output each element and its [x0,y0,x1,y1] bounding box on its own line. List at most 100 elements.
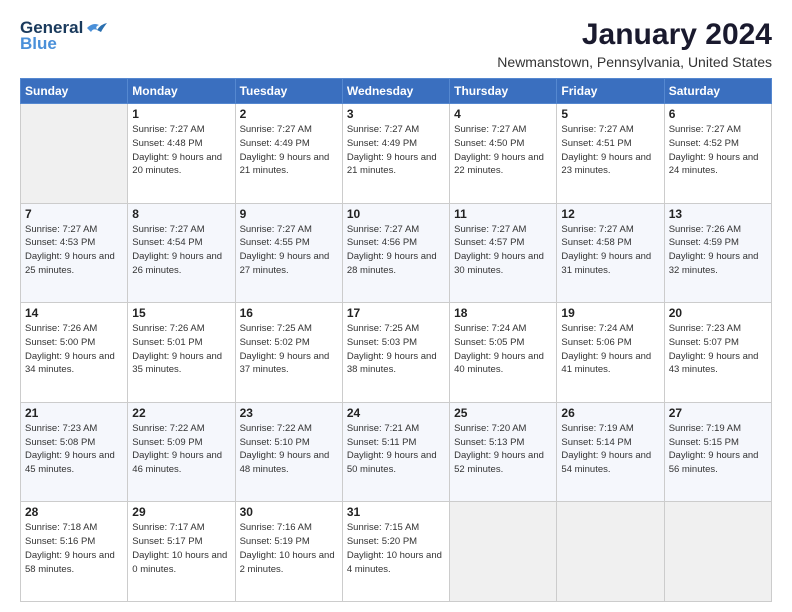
day-info: Sunrise: 7:21 AMSunset: 5:11 PMDaylight:… [347,422,445,477]
day-number: 9 [240,207,338,221]
calendar-cell: 15 Sunrise: 7:26 AMSunset: 5:01 PMDayligh… [128,303,235,403]
calendar-cell: 13 Sunrise: 7:26 AMSunset: 4:59 PMDayligh… [664,203,771,303]
day-info: Sunrise: 7:27 AMSunset: 4:55 PMDaylight:… [240,223,338,278]
day-info: Sunrise: 7:24 AMSunset: 5:06 PMDaylight:… [561,322,659,377]
calendar-cell: 1 Sunrise: 7:27 AMSunset: 4:48 PMDaylight… [128,104,235,204]
calendar-cell: 22 Sunrise: 7:22 AMSunset: 5:09 PMDayligh… [128,402,235,502]
logo-blue: Blue [20,34,57,54]
calendar-cell: 12 Sunrise: 7:27 AMSunset: 4:58 PMDayligh… [557,203,664,303]
day-number: 26 [561,406,659,420]
day-info: Sunrise: 7:27 AMSunset: 4:48 PMDaylight:… [132,123,230,178]
day-number: 11 [454,207,552,221]
day-info: Sunrise: 7:15 AMSunset: 5:20 PMDaylight:… [347,521,445,576]
day-number: 25 [454,406,552,420]
calendar-cell: 26 Sunrise: 7:19 AMSunset: 5:14 PMDayligh… [557,402,664,502]
calendar-cell: 2 Sunrise: 7:27 AMSunset: 4:49 PMDaylight… [235,104,342,204]
day-number: 7 [25,207,123,221]
day-info: Sunrise: 7:25 AMSunset: 5:03 PMDaylight:… [347,322,445,377]
day-info: Sunrise: 7:23 AMSunset: 5:08 PMDaylight:… [25,422,123,477]
day-number: 1 [132,107,230,121]
main-title: January 2024 [497,18,772,52]
day-number: 6 [669,107,767,121]
day-number: 15 [132,306,230,320]
day-info: Sunrise: 7:24 AMSunset: 5:05 PMDaylight:… [454,322,552,377]
day-info: Sunrise: 7:26 AMSunset: 5:01 PMDaylight:… [132,322,230,377]
day-number: 27 [669,406,767,420]
day-info: Sunrise: 7:22 AMSunset: 5:09 PMDaylight:… [132,422,230,477]
day-info: Sunrise: 7:27 AMSunset: 4:54 PMDaylight:… [132,223,230,278]
day-info: Sunrise: 7:27 AMSunset: 4:51 PMDaylight:… [561,123,659,178]
day-number: 12 [561,207,659,221]
day-info: Sunrise: 7:26 AMSunset: 4:59 PMDaylight:… [669,223,767,278]
day-info: Sunrise: 7:19 AMSunset: 5:15 PMDaylight:… [669,422,767,477]
day-number: 19 [561,306,659,320]
col-sunday: Sunday [21,79,128,104]
calendar-cell: 16 Sunrise: 7:25 AMSunset: 5:02 PMDayligh… [235,303,342,403]
calendar-cell: 7 Sunrise: 7:27 AMSunset: 4:53 PMDaylight… [21,203,128,303]
calendar-week-row: 28Sunrise: 7:18 AMSunset: 5:16 PMDayligh… [21,502,772,602]
day-info: Sunrise: 7:17 AMSunset: 5:17 PMDaylight:… [132,521,230,576]
col-wednesday: Wednesday [342,79,449,104]
calendar-cell: 9 Sunrise: 7:27 AMSunset: 4:55 PMDaylight… [235,203,342,303]
day-info: Sunrise: 7:26 AMSunset: 5:00 PMDaylight:… [25,322,123,377]
calendar-cell: 19 Sunrise: 7:24 AMSunset: 5:06 PMDayligh… [557,303,664,403]
day-info: Sunrise: 7:18 AMSunset: 5:16 PMDaylight:… [25,521,123,576]
calendar-cell: 21Sunrise: 7:23 AMSunset: 5:08 PMDayligh… [21,402,128,502]
day-info: Sunrise: 7:27 AMSunset: 4:49 PMDaylight:… [240,123,338,178]
calendar-header-row: Sunday Monday Tuesday Wednesday Thursday… [21,79,772,104]
day-info: Sunrise: 7:27 AMSunset: 4:57 PMDaylight:… [454,223,552,278]
calendar-cell [664,502,771,602]
day-number: 3 [347,107,445,121]
calendar-week-row: 7 Sunrise: 7:27 AMSunset: 4:53 PMDaylight… [21,203,772,303]
day-number: 10 [347,207,445,221]
day-info: Sunrise: 7:19 AMSunset: 5:14 PMDaylight:… [561,422,659,477]
day-number: 14 [25,306,123,320]
calendar-cell [21,104,128,204]
day-info: Sunrise: 7:27 AMSunset: 4:56 PMDaylight:… [347,223,445,278]
day-info: Sunrise: 7:27 AMSunset: 4:49 PMDaylight:… [347,123,445,178]
calendar-cell: 31 Sunrise: 7:15 AMSunset: 5:20 PMDayligh… [342,502,449,602]
calendar-cell: 8 Sunrise: 7:27 AMSunset: 4:54 PMDaylight… [128,203,235,303]
col-saturday: Saturday [664,79,771,104]
day-number: 5 [561,107,659,121]
calendar-cell: 17 Sunrise: 7:25 AMSunset: 5:03 PMDayligh… [342,303,449,403]
page: General Blue January 2024 Newmanstown, P… [0,0,792,612]
day-number: 20 [669,306,767,320]
calendar-cell [557,502,664,602]
calendar-cell: 27 Sunrise: 7:19 AMSunset: 5:15 PMDayligh… [664,402,771,502]
day-info: Sunrise: 7:25 AMSunset: 5:02 PMDaylight:… [240,322,338,377]
calendar-cell: 18Sunrise: 7:24 AMSunset: 5:05 PMDayligh… [450,303,557,403]
calendar-cell: 5 Sunrise: 7:27 AMSunset: 4:51 PMDaylight… [557,104,664,204]
calendar-week-row: 21Sunrise: 7:23 AMSunset: 5:08 PMDayligh… [21,402,772,502]
day-info: Sunrise: 7:23 AMSunset: 5:07 PMDaylight:… [669,322,767,377]
day-info: Sunrise: 7:27 AMSunset: 4:58 PMDaylight:… [561,223,659,278]
calendar-cell: 11 Sunrise: 7:27 AMSunset: 4:57 PMDayligh… [450,203,557,303]
day-number: 30 [240,505,338,519]
calendar-cell: 28Sunrise: 7:18 AMSunset: 5:16 PMDayligh… [21,502,128,602]
calendar-cell: 25 Sunrise: 7:20 AMSunset: 5:13 PMDayligh… [450,402,557,502]
day-number: 16 [240,306,338,320]
day-number: 17 [347,306,445,320]
col-thursday: Thursday [450,79,557,104]
day-number: 31 [347,505,445,519]
calendar-table: Sunday Monday Tuesday Wednesday Thursday… [20,78,772,602]
day-info: Sunrise: 7:27 AMSunset: 4:50 PMDaylight:… [454,123,552,178]
calendar-cell [450,502,557,602]
title-area: January 2024 Newmanstown, Pennsylvania, … [497,18,772,70]
calendar-cell: 23Sunrise: 7:22 AMSunset: 5:10 PMDayligh… [235,402,342,502]
day-number: 22 [132,406,230,420]
day-number: 23 [240,406,338,420]
calendar-cell: 24Sunrise: 7:21 AMSunset: 5:11 PMDayligh… [342,402,449,502]
day-info: Sunrise: 7:16 AMSunset: 5:19 PMDaylight:… [240,521,338,576]
day-number: 29 [132,505,230,519]
day-number: 2 [240,107,338,121]
day-number: 8 [132,207,230,221]
calendar-cell: 14 Sunrise: 7:26 AMSunset: 5:00 PMDayligh… [21,303,128,403]
day-number: 13 [669,207,767,221]
col-tuesday: Tuesday [235,79,342,104]
logo-bird-icon [85,20,107,36]
day-info: Sunrise: 7:20 AMSunset: 5:13 PMDaylight:… [454,422,552,477]
day-number: 4 [454,107,552,121]
day-info: Sunrise: 7:27 AMSunset: 4:53 PMDaylight:… [25,223,123,278]
calendar-week-row: 14 Sunrise: 7:26 AMSunset: 5:00 PMDayligh… [21,303,772,403]
